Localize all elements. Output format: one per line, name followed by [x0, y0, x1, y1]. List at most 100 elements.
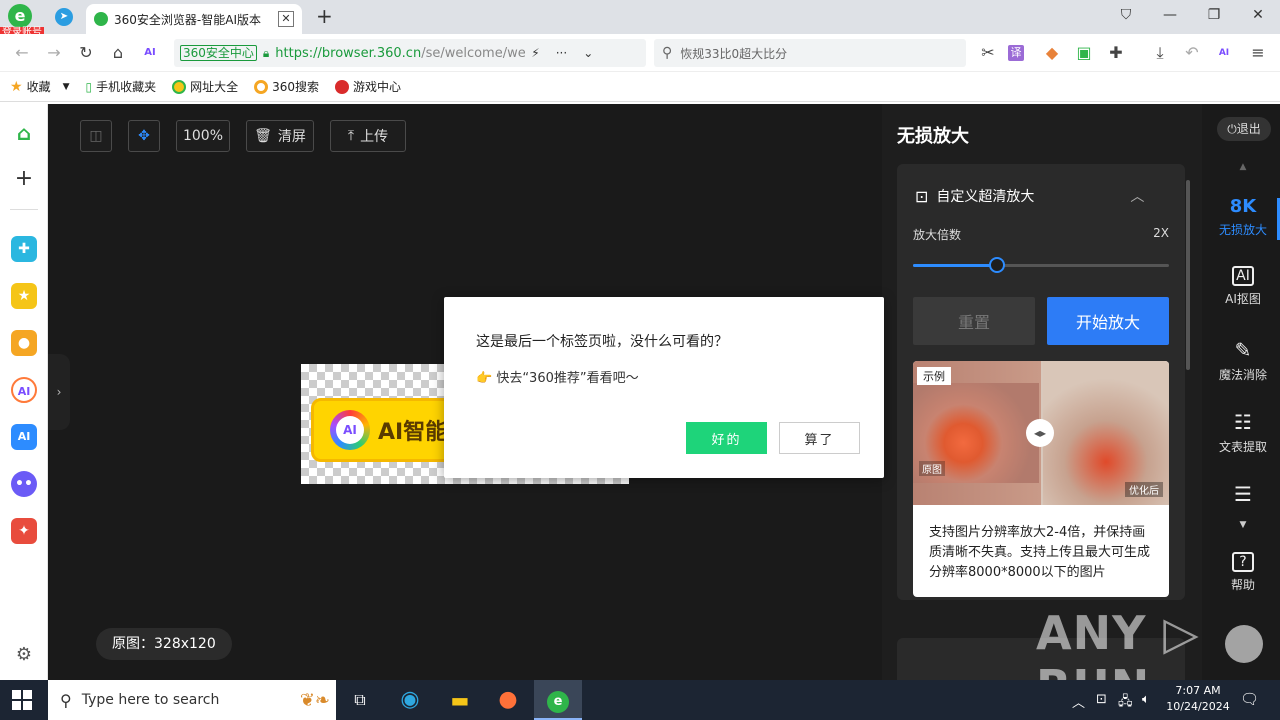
sliders-icon: ☰	[1234, 482, 1252, 506]
dialog-question: 这是最后一个标签页啦，没什么可看的？	[476, 334, 728, 350]
favorites-star-icon[interactable]: ★	[11, 283, 37, 309]
split-view-button[interactable]: ◫	[80, 120, 112, 152]
bookmark-label: 收藏	[26, 80, 51, 94]
chevron-up-icon[interactable]: ︿	[1130, 186, 1144, 206]
system-clock[interactable]: 7:07 AM 10/24/2024	[1160, 683, 1236, 715]
compare-handle-icon[interactable]: ◂▸	[1026, 419, 1054, 447]
bookmark-sites[interactable]: 网址大全	[172, 78, 238, 95]
tool-magic-erase[interactable]: ✎ 魔法消除	[1202, 338, 1280, 383]
firefox-icon[interactable]: ●	[484, 680, 532, 720]
bookmark-search360[interactable]: 360搜索	[254, 78, 319, 95]
move-tool-button[interactable]: ✥	[128, 120, 160, 152]
bookmark-mobile[interactable]: ▯ 手机收藏夹	[86, 78, 157, 95]
clear-screen-button[interactable]: 🗑︎ 清屏	[246, 120, 314, 152]
panel-scrollbar[interactable]	[1186, 180, 1190, 370]
scroll-down-icon[interactable]: ▼	[1202, 520, 1280, 530]
game-extension-icon[interactable]: ◆	[1040, 41, 1064, 65]
back-icon[interactable]: ←	[10, 41, 34, 65]
maximize-button[interactable]: ❐	[1201, 4, 1227, 26]
telegram-icon[interactable]: ➤	[55, 8, 73, 26]
tab-active[interactable]: 360安全浏览器-智能AI版本 ✕	[86, 4, 302, 34]
task-view-icon[interactable]: ⧉	[336, 680, 384, 720]
tray-device-icon[interactable]: ⊡	[1096, 692, 1107, 707]
navigation-bar: ← → ↻ ⌂ AI 360安全中心 🔒︎ https://browser.36…	[0, 34, 1280, 72]
watermark-avatar-icon	[1225, 625, 1263, 663]
scroll-up-icon[interactable]: ▲	[1202, 162, 1280, 172]
more-icon[interactable]: ···	[556, 46, 567, 60]
lightning-icon[interactable]: ⚡︎	[531, 46, 539, 60]
ok-button[interactable]: 好的	[686, 422, 767, 454]
minimize-button[interactable]: —	[1157, 4, 1183, 26]
security-badge[interactable]: 360安全中心	[180, 45, 257, 61]
browser-360-taskbar-icon[interactable]: e	[534, 680, 582, 720]
file-explorer-icon[interactable]: ▬	[436, 680, 484, 720]
close-window-button[interactable]: ✕	[1245, 4, 1271, 26]
extensions-icon[interactable]: ✚	[1104, 41, 1128, 65]
url-main: https://browser.360.cn	[275, 45, 422, 61]
menu-icon[interactable]: ≡	[1246, 41, 1270, 65]
ai-circle-icon[interactable]: AI	[1212, 41, 1236, 65]
tool-help[interactable]: ? 帮助	[1202, 552, 1280, 593]
taskbar-search[interactable]: ⚲ Type here to search ❦❧	[48, 680, 336, 720]
settings-gear-icon[interactable]: ⚙	[11, 642, 37, 668]
feature-description: 支持图片分辨率放大2-4倍，并保持画质清晰不失真。支持上传且最大可生成分辨率80…	[929, 525, 1151, 580]
chevron-down-icon[interactable]: ⌄	[583, 46, 593, 60]
bookmark-games[interactable]: 游戏中心	[335, 78, 401, 95]
reader-extension-icon[interactable]: ▣	[1072, 41, 1096, 65]
reload-icon[interactable]: ↻	[74, 41, 98, 65]
exit-label: 退出	[1236, 122, 1261, 136]
gamepad-icon[interactable]: ✦	[11, 518, 37, 544]
chat-bot-icon[interactable]: ●	[11, 330, 37, 356]
upload-button[interactable]: ⤒ 上传	[330, 120, 406, 152]
exit-button[interactable]: ⏻退出	[1217, 117, 1271, 141]
undo-icon[interactable]: ↶	[1180, 41, 1204, 65]
left-sidebar: ⌂ + ✚ ★ ● AI AI •• ✦ ⚙	[0, 104, 48, 680]
slider-knob[interactable]	[989, 257, 1006, 273]
url-text[interactable]: https://browser.360.cn/se/welcome/welc	[275, 46, 525, 61]
magnification-slider[interactable]	[913, 257, 1169, 273]
caret-down-icon[interactable]: ▼	[63, 82, 70, 92]
reset-button[interactable]: 重置	[913, 297, 1035, 345]
taskbar-search-input[interactable]: Type here to search	[82, 692, 220, 708]
example-image: ◂▸ 示例 原图 优化后	[913, 361, 1169, 505]
search-box[interactable]: ⚲ 恢规33比0超大比分	[654, 39, 966, 67]
assistant-face-icon[interactable]: ••	[11, 471, 37, 497]
download-icon[interactable]: ⤓	[1148, 41, 1172, 65]
network-icon[interactable]: 🖧︎	[1118, 692, 1133, 714]
windows-start-icon[interactable]	[12, 690, 32, 710]
ai-app-icon[interactable]: AI	[11, 424, 37, 450]
tool-ai-cutout[interactable]: AI AI抠图	[1202, 266, 1280, 307]
address-bar[interactable]: 360安全中心 🔒︎ https://browser.360.cn/se/wel…	[174, 39, 646, 67]
collapse-handle[interactable]: ›	[48, 354, 70, 430]
add-icon[interactable]: +	[11, 166, 37, 192]
home-icon[interactable]: ⌂	[106, 41, 130, 65]
tab-close-button[interactable]: ✕	[278, 11, 294, 27]
tool-adjust[interactable]: ☰	[1202, 482, 1280, 510]
cancel-button[interactable]: 算了	[779, 422, 860, 454]
section-header[interactable]: ⊡ 自定义超清放大 ︿	[915, 186, 1144, 206]
home-icon[interactable]: ⌂	[11, 120, 37, 146]
tool-lossless-upscale[interactable]: 8K 无损放大	[1202, 196, 1280, 238]
ai-assistant-icon[interactable]: AI	[138, 41, 162, 65]
translate-icon[interactable]: 译	[1008, 45, 1024, 61]
bookmark-favorites[interactable]: ★ 收藏 ▼	[10, 78, 70, 95]
tray-chevron-icon[interactable]: ︿	[1072, 692, 1085, 711]
shirt-skin-icon[interactable]: ⛉	[1113, 4, 1139, 26]
tool-text-extract[interactable]: ☷ 文表提取	[1202, 410, 1280, 455]
start-upscale-button[interactable]: 开始放大	[1047, 297, 1169, 345]
ai-plus-icon[interactable]: AI	[11, 377, 37, 403]
volume-icon[interactable]: 🔈︎	[1142, 692, 1150, 707]
search-input[interactable]: 恢规33比0超大比分	[680, 45, 787, 62]
browser-logo-icon[interactable]: e	[8, 4, 32, 28]
scissors-icon[interactable]: ✂	[976, 41, 1000, 65]
forward-icon[interactable]: →	[42, 41, 66, 65]
upload-label: 上传	[360, 129, 389, 145]
edge-browser-icon[interactable]: ◉	[386, 680, 434, 720]
new-tab-button[interactable]: +	[316, 4, 333, 28]
example-card: ◂▸ 示例 原图 优化后 支持图片分辨率放大2-4倍，并保持画质清晰不失真。支持…	[913, 361, 1169, 597]
notification-icon[interactable]: 🗨︎	[1240, 690, 1259, 708]
clock-time: 7:07 AM	[1175, 684, 1221, 697]
zoom-level[interactable]: 100%	[176, 120, 230, 152]
original-size-label: 原图：328x120	[96, 628, 232, 660]
app-tool-icon[interactable]: ✚	[11, 236, 37, 262]
